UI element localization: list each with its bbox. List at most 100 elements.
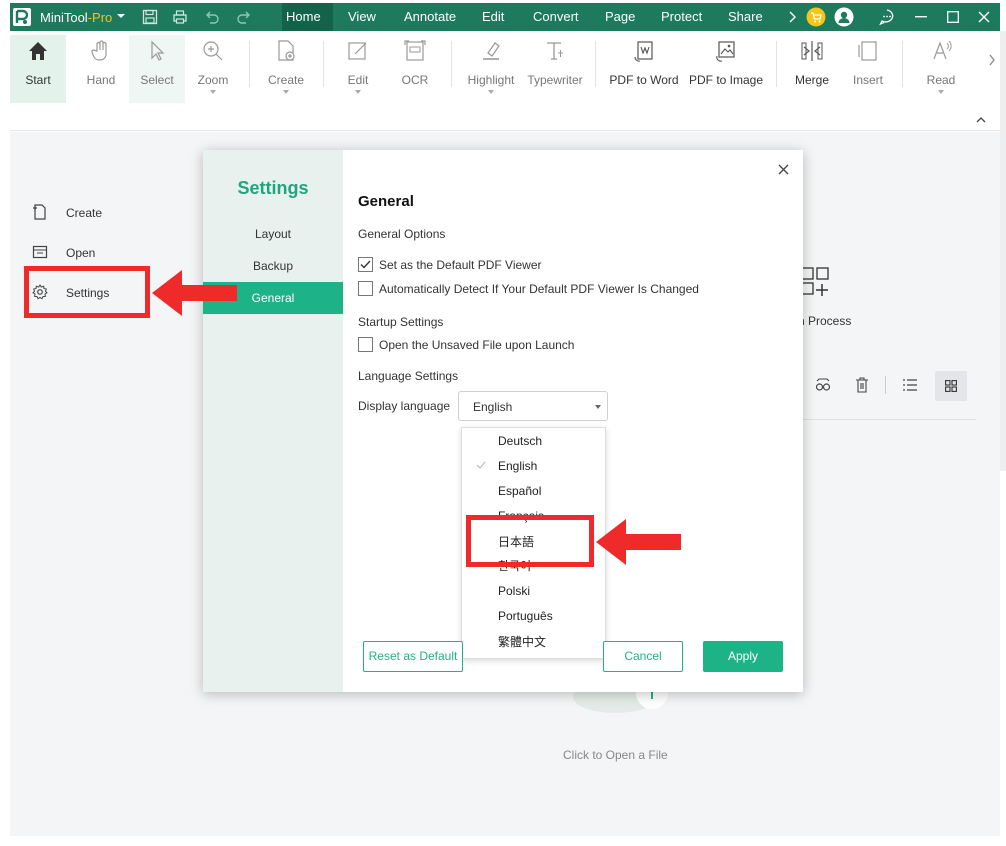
settings-nav-panel: Settings Layout Backup General xyxy=(203,150,343,692)
check-icon xyxy=(360,260,371,269)
display-language-select[interactable]: English xyxy=(458,391,608,421)
window-scrollbar[interactable] xyxy=(1000,31,1006,471)
left-pointing-arrow-icon xyxy=(150,268,238,318)
menu-protect[interactable]: Protect xyxy=(661,9,702,24)
read-aloud-icon xyxy=(929,39,953,63)
startup-settings-title: Startup Settings xyxy=(358,315,444,329)
toolbar-divider xyxy=(885,376,886,394)
sidebar-create-label: Create xyxy=(66,206,103,220)
typewriter-button[interactable]: Typewriter xyxy=(524,35,586,103)
insert-label: Insert xyxy=(852,73,883,87)
language-option-traditional-chinese[interactable]: 繁體中文 xyxy=(498,633,546,650)
create-file-icon xyxy=(274,39,298,63)
hand-tool-button[interactable]: Hand xyxy=(73,35,129,103)
insert-button[interactable]: Insert xyxy=(840,35,896,103)
list-view-icon[interactable] xyxy=(903,379,917,391)
menu-page[interactable]: Page xyxy=(605,9,635,24)
highlight-label: Highlight xyxy=(467,73,515,87)
minimize-icon[interactable] xyxy=(915,16,927,18)
grid-view-button[interactable] xyxy=(935,371,967,401)
close-dialog-icon[interactable] xyxy=(778,164,789,175)
chevron-down-icon xyxy=(283,90,289,94)
chevron-right-icon[interactable] xyxy=(788,11,796,23)
batch-process-label: h Process xyxy=(798,314,852,328)
cart-icon[interactable] xyxy=(806,7,826,27)
create-label: Create xyxy=(267,73,305,87)
default-viewer-label: Set as the Default PDF Viewer xyxy=(379,258,542,272)
cancel-button[interactable]: Cancel xyxy=(603,641,683,672)
close-window-icon[interactable] xyxy=(978,11,990,23)
batch-process-icon[interactable] xyxy=(800,266,834,300)
pdf-to-image-button[interactable]: PDF to Image xyxy=(686,35,766,103)
select-tool-button[interactable]: Select xyxy=(129,35,185,103)
maximize-icon[interactable] xyxy=(947,11,959,23)
ribbon-divider xyxy=(595,41,596,87)
highlight-button[interactable]: Highlight xyxy=(460,35,522,103)
menu-edit[interactable]: Edit xyxy=(482,9,504,24)
trash-icon[interactable] xyxy=(855,377,869,393)
start-button[interactable]: Start xyxy=(10,35,66,103)
typewriter-icon xyxy=(543,39,567,63)
undo-icon[interactable] xyxy=(204,9,220,25)
reset-default-button[interactable]: Reset as Default xyxy=(363,641,463,672)
redo-icon[interactable] xyxy=(236,9,252,25)
language-option-english[interactable]: English xyxy=(498,459,537,473)
home-icon xyxy=(26,39,50,63)
chevron-down-icon xyxy=(210,90,216,94)
merge-icon xyxy=(800,39,824,63)
settings-dialog: Settings Layout Backup General General G… xyxy=(203,150,803,692)
chevron-down-icon xyxy=(595,405,601,409)
ribbon-divider xyxy=(323,41,324,87)
app-menu-caret-icon[interactable] xyxy=(116,11,126,21)
ocr-icon xyxy=(403,39,427,63)
selected-check-icon xyxy=(476,461,486,469)
folder-icon xyxy=(32,244,48,260)
settings-nav-layout[interactable]: Layout xyxy=(203,218,343,250)
ribbon-divider xyxy=(902,41,903,87)
left-pointing-arrow-icon xyxy=(594,517,682,567)
auto-detect-label: Automatically Detect If Your Default PDF… xyxy=(379,282,699,296)
pdf-to-image-label: PDF to Image xyxy=(688,73,764,87)
ribbon-divider xyxy=(451,41,452,87)
read-button[interactable]: Read xyxy=(913,35,969,103)
menu-home[interactable]: Home xyxy=(286,9,321,24)
language-option-polski[interactable]: Polski xyxy=(498,584,530,598)
language-option-deutsch[interactable]: Deutsch xyxy=(498,434,542,448)
click-to-open-label: Click to Open a File xyxy=(563,748,668,762)
pdf-to-word-button[interactable]: PDF to Word xyxy=(606,35,682,103)
checkbox-unchecked[interactable] xyxy=(358,281,373,296)
ocr-label: OCR xyxy=(401,73,429,87)
open-unsaved-label: Open the Unsaved File upon Launch xyxy=(379,338,575,352)
hand-icon xyxy=(89,39,113,63)
highlighter-icon xyxy=(479,39,503,63)
ribbon-scroll-right-icon[interactable] xyxy=(988,53,996,67)
language-option-espanol[interactable]: Español xyxy=(498,484,541,498)
display-language-label: Display language xyxy=(358,399,451,413)
ocr-button[interactable]: OCR xyxy=(387,35,443,103)
checkbox-checked[interactable] xyxy=(358,257,373,272)
menu-share[interactable]: Share xyxy=(728,9,763,24)
edit-button[interactable]: Edit xyxy=(330,35,386,103)
feedback-icon[interactable] xyxy=(878,8,896,26)
merge-button[interactable]: Merge xyxy=(784,35,840,103)
zoom-button[interactable]: Zoom xyxy=(185,35,241,103)
chevron-down-icon xyxy=(938,90,944,94)
apply-button[interactable]: Apply xyxy=(703,641,783,672)
user-avatar-icon[interactable] xyxy=(834,7,854,27)
save-icon[interactable] xyxy=(142,9,158,25)
language-option-portugues[interactable]: Português xyxy=(498,609,553,623)
grid-view-icon xyxy=(945,380,957,392)
checkbox-unchecked[interactable] xyxy=(358,337,373,352)
pdf-to-image-icon xyxy=(714,39,738,63)
zoom-label: Zoom xyxy=(197,73,229,87)
glasses-icon[interactable] xyxy=(815,378,831,392)
menu-convert[interactable]: Convert xyxy=(533,9,579,24)
menu-view[interactable]: View xyxy=(348,9,376,24)
collapse-ribbon-icon[interactable] xyxy=(976,117,986,123)
general-heading: General xyxy=(358,193,414,210)
edit-icon xyxy=(346,39,370,63)
print-icon[interactable] xyxy=(172,9,188,25)
create-button[interactable]: Create xyxy=(257,35,315,103)
menu-annotate[interactable]: Annotate xyxy=(404,9,456,24)
start-label: Start xyxy=(25,73,51,87)
